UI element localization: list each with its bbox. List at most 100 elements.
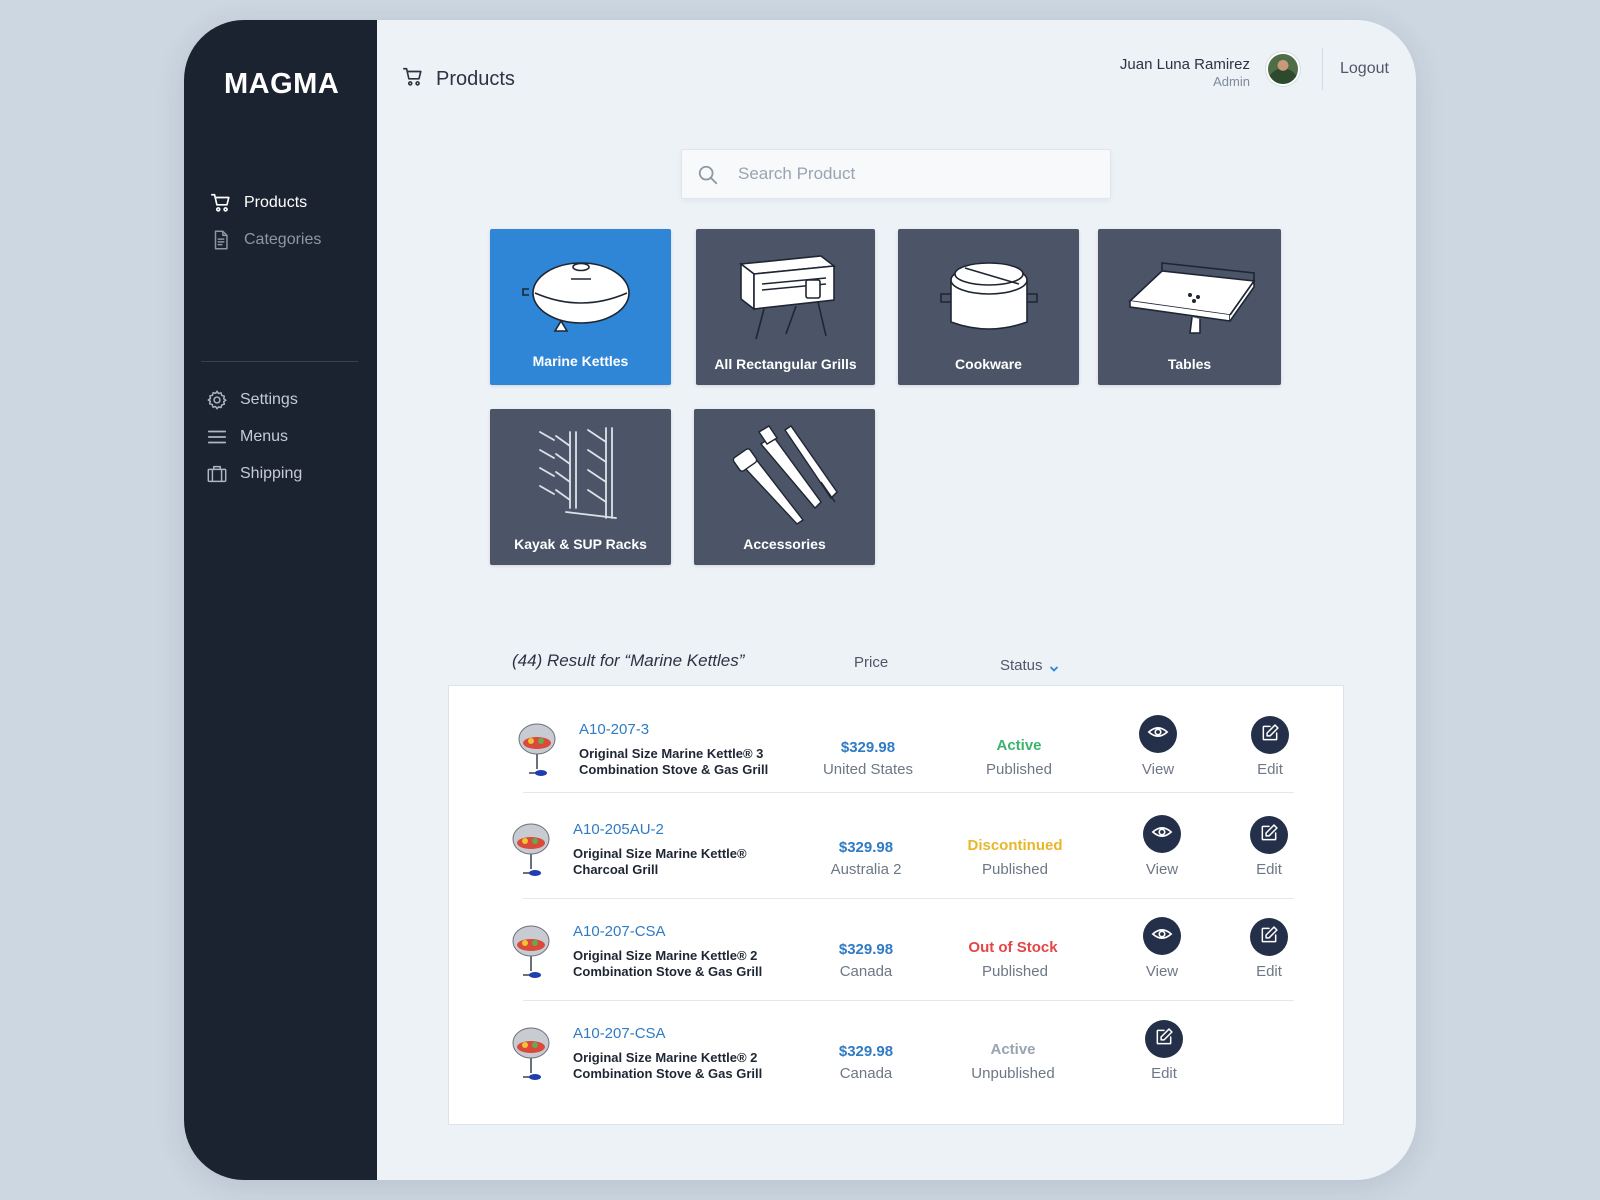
app-window: MAGMA Products Categories Settings Menus… bbox=[184, 20, 1416, 1180]
document-icon bbox=[210, 229, 232, 251]
product-sku-link[interactable]: A10-205AU-2 bbox=[573, 821, 664, 838]
column-header-price: Price bbox=[854, 654, 889, 671]
rectangular-grill-illustration bbox=[696, 239, 875, 349]
edit-label[interactable]: Edit bbox=[1240, 761, 1300, 778]
category-tile-tables[interactable]: Tables bbox=[1098, 229, 1281, 385]
chevron-down-icon bbox=[1049, 661, 1059, 672]
edit-icon bbox=[1260, 723, 1280, 748]
eye-icon bbox=[1151, 923, 1173, 950]
product-name-line: Combination Stove & Gas Grill bbox=[573, 1066, 763, 1081]
sidebar-item-menus[interactable]: Menus bbox=[206, 424, 288, 450]
search-icon bbox=[697, 164, 719, 186]
product-price: $329.98 bbox=[838, 1043, 894, 1060]
edit-icon bbox=[1154, 1027, 1174, 1052]
edit-label[interactable]: Edit bbox=[1134, 1065, 1194, 1082]
product-name-line: Original Size Marine Kettle® 2 bbox=[573, 948, 758, 963]
view-label[interactable]: View bbox=[1132, 861, 1192, 878]
status-badge: Discontinued bbox=[967, 837, 1063, 854]
brand-logo: MAGMA bbox=[224, 68, 340, 100]
product-thumbnail bbox=[513, 717, 565, 779]
product-name-line: Original Size Marine Kettle® 2 bbox=[573, 1050, 758, 1065]
view-button[interactable] bbox=[1143, 815, 1181, 853]
sidebar-item-label: Shipping bbox=[240, 465, 303, 482]
publish-state: Published bbox=[982, 861, 1048, 878]
sidebar-item-products[interactable]: Products bbox=[210, 190, 307, 216]
product-thumbnail bbox=[507, 1021, 559, 1083]
marine-kettle-illustration bbox=[490, 239, 671, 349]
product-sku-link[interactable]: A10-207-3 bbox=[579, 721, 649, 738]
edit-button[interactable] bbox=[1145, 1020, 1183, 1058]
category-tile-rectangular-grills[interactable]: All Rectangular Grills bbox=[696, 229, 875, 385]
gear-icon bbox=[206, 389, 228, 411]
cookware-illustration bbox=[898, 239, 1079, 349]
sidebar-item-label: Menus bbox=[240, 428, 289, 445]
product-name: Original Size Marine Kettle® 3 Combinati… bbox=[579, 746, 799, 778]
product-thumbnail bbox=[507, 817, 559, 879]
category-label: Accessories bbox=[743, 536, 826, 552]
edit-label[interactable]: Edit bbox=[1239, 861, 1299, 878]
avatar[interactable] bbox=[1266, 52, 1300, 86]
product-name-line: Original Size Marine Kettle® bbox=[573, 846, 747, 861]
column-header-status: Status bbox=[1000, 657, 1043, 674]
category-tile-kayak-sup-racks[interactable]: Kayak & SUP Racks bbox=[490, 409, 671, 565]
table-row: A10-207-CSA Original Size Marine Kettle®… bbox=[449, 1000, 1343, 1100]
category-label: Marine Kettles bbox=[532, 353, 629, 369]
status-badge: Active bbox=[996, 737, 1042, 754]
product-name: Original Size Marine Kettle® 2 Combinati… bbox=[573, 1050, 793, 1082]
product-name: Original Size Marine Kettle® Charcoal Gr… bbox=[573, 846, 793, 878]
table-row: A10-205AU-2 Original Size Marine Kettle®… bbox=[449, 792, 1343, 892]
user-role: Admin bbox=[1213, 74, 1250, 89]
category-tile-accessories[interactable]: Accessories bbox=[694, 409, 875, 565]
category-label: Kayak & SUP Racks bbox=[514, 536, 647, 552]
page-header: Products bbox=[402, 66, 515, 93]
category-label: Tables bbox=[1167, 356, 1212, 372]
sidebar-item-settings[interactable]: Settings bbox=[206, 387, 298, 413]
briefcase-icon bbox=[206, 463, 228, 485]
edit-button[interactable] bbox=[1251, 716, 1289, 754]
view-button[interactable] bbox=[1139, 715, 1177, 753]
edit-button[interactable] bbox=[1250, 918, 1288, 956]
product-sku-link[interactable]: A10-207-CSA bbox=[573, 923, 666, 940]
search-bar bbox=[681, 149, 1111, 199]
product-sku-link[interactable]: A10-207-CSA bbox=[573, 1025, 666, 1042]
view-button[interactable] bbox=[1143, 917, 1181, 955]
sidebar-item-label: Products bbox=[244, 194, 308, 211]
search-input[interactable] bbox=[738, 150, 1098, 198]
menu-icon bbox=[206, 426, 228, 448]
eye-icon bbox=[1151, 821, 1173, 848]
publish-state: Published bbox=[982, 963, 1048, 980]
product-name: Original Size Marine Kettle® 2 Combinati… bbox=[573, 948, 793, 980]
status-badge: Active bbox=[990, 1041, 1036, 1058]
product-price: $329.98 bbox=[840, 739, 896, 756]
edit-icon bbox=[1259, 925, 1279, 950]
sidebar: MAGMA Products Categories Settings Menus… bbox=[184, 20, 377, 1180]
status-filter-dropdown[interactable]: Status bbox=[1000, 657, 1059, 674]
view-label[interactable]: View bbox=[1128, 761, 1188, 778]
sidebar-divider bbox=[201, 361, 358, 362]
product-name-line: Combination Stove & Gas Grill bbox=[573, 964, 763, 979]
product-thumbnail bbox=[507, 919, 559, 981]
edit-button[interactable] bbox=[1250, 816, 1288, 854]
table-row: A10-207-CSA Original Size Marine Kettle®… bbox=[449, 898, 1343, 998]
status-badge: Out of Stock bbox=[968, 939, 1058, 956]
category-label: Cookware bbox=[955, 356, 1022, 372]
logout-link[interactable]: Logout bbox=[1340, 60, 1389, 78]
product-region: Canada bbox=[839, 1065, 893, 1082]
sidebar-item-shipping[interactable]: Shipping bbox=[206, 461, 302, 487]
product-price: $329.98 bbox=[838, 839, 894, 856]
product-name-line: Combination Stove & Gas Grill bbox=[579, 762, 769, 777]
results-title: (44) Result for “Marine Kettles” bbox=[512, 651, 745, 670]
edit-label[interactable]: Edit bbox=[1239, 963, 1299, 980]
eye-icon bbox=[1147, 721, 1169, 748]
product-name-line: Charcoal Grill bbox=[573, 862, 659, 877]
category-label: All Rectangular Grills bbox=[714, 356, 857, 372]
product-region: Australia 2 bbox=[830, 861, 902, 878]
product-name-line: Original Size Marine Kettle® 3 bbox=[579, 746, 764, 761]
results-table: A10-207-3 Original Size Marine Kettle® 3… bbox=[448, 685, 1344, 1125]
category-tile-cookware[interactable]: Cookware bbox=[898, 229, 1079, 385]
product-region: Canada bbox=[839, 963, 893, 980]
view-label[interactable]: View bbox=[1132, 963, 1192, 980]
category-tile-marine-kettles[interactable]: Marine Kettles bbox=[490, 229, 671, 385]
table-row: A10-207-3 Original Size Marine Kettle® 3… bbox=[449, 686, 1343, 786]
sidebar-item-categories[interactable]: Categories bbox=[210, 227, 321, 253]
